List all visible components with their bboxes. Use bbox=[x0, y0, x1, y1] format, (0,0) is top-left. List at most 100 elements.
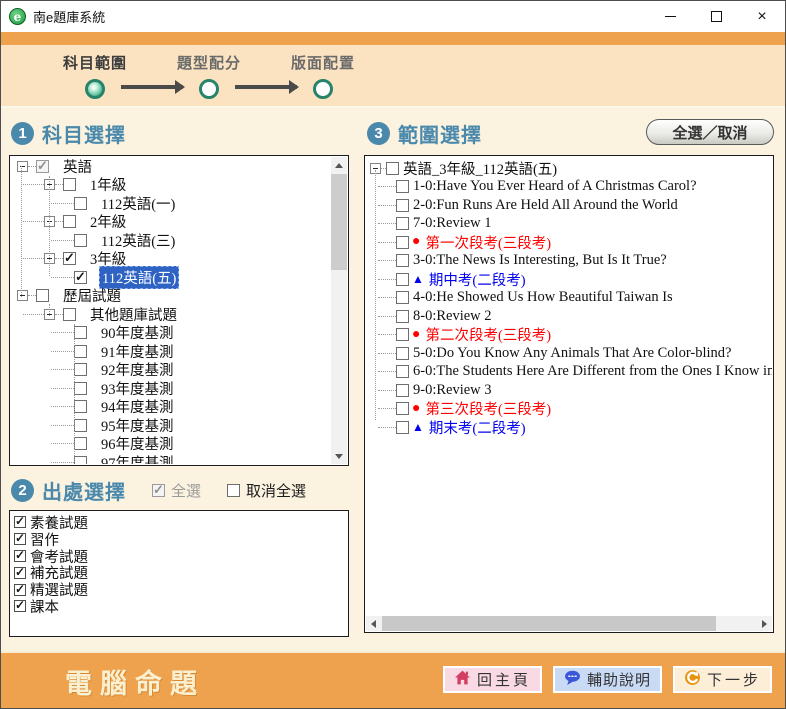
tree-label[interactable]: 期中考(二段考) bbox=[429, 269, 526, 290]
tree-label[interactable]: 6-0:The Students Here Are Different from… bbox=[413, 363, 772, 380]
range-tree-row[interactable]: 7-0:Review 1 bbox=[366, 215, 772, 234]
tree-label[interactable]: 期末考(二段考) bbox=[429, 417, 526, 438]
scroll-down-icon[interactable] bbox=[331, 448, 347, 464]
tree-label[interactable]: 第二次段考(三段考) bbox=[425, 324, 551, 345]
tree-checkbox[interactable] bbox=[396, 236, 409, 249]
subject-tree-row[interactable]: 其他題庫試題 bbox=[11, 305, 331, 324]
tree-checkbox[interactable] bbox=[396, 273, 409, 286]
subject-tree-row[interactable]: 90年度基測 bbox=[11, 324, 331, 343]
tree-label[interactable]: 9-0:Review 3 bbox=[413, 382, 492, 399]
tree-checkbox[interactable] bbox=[74, 382, 87, 395]
tree-checkbox[interactable] bbox=[36, 160, 49, 173]
subject-tree-row[interactable]: 93年度基測 bbox=[11, 379, 331, 398]
range-tree-row[interactable]: ●第一次段考(三段考) bbox=[366, 233, 772, 252]
scrollbar-thumb[interactable] bbox=[382, 616, 716, 631]
tree-label[interactable]: 97年度基測 bbox=[101, 452, 174, 464]
source-list-item[interactable]: 素養試題 bbox=[14, 514, 346, 531]
tree-checkbox[interactable] bbox=[63, 308, 76, 321]
item-checkbox[interactable] bbox=[14, 516, 26, 528]
item-checkbox[interactable] bbox=[14, 584, 26, 596]
tree-label[interactable]: 英語_3年級_112英語(五) bbox=[403, 158, 557, 179]
step-layout-config[interactable]: 版面配置 bbox=[291, 52, 355, 99]
tree-label[interactable]: 第一次段考(三段考) bbox=[425, 232, 551, 253]
range-tree-row[interactable]: ●第三次段考(三段考) bbox=[366, 400, 772, 419]
subject-tree-row[interactable]: 96年度基測 bbox=[11, 435, 331, 454]
tree-checkbox[interactable] bbox=[74, 437, 87, 450]
item-checkbox[interactable] bbox=[14, 600, 26, 612]
subject-tree-row[interactable]: 92年度基測 bbox=[11, 361, 331, 380]
tree-checkbox[interactable] bbox=[396, 310, 409, 323]
subject-tree-row[interactable]: 英語 bbox=[11, 157, 331, 176]
item-label[interactable]: 課本 bbox=[30, 596, 59, 617]
range-tree-row[interactable]: 5-0:Do You Know Any Animals That Are Col… bbox=[366, 344, 772, 363]
range-tree-row[interactable]: 6-0:The Students Here Are Different from… bbox=[366, 363, 772, 382]
subject-tree-row[interactable]: 2年級 bbox=[11, 213, 331, 232]
tree-checkbox[interactable] bbox=[396, 254, 409, 267]
range-tree-row[interactable]: ▲期末考(二段考) bbox=[366, 418, 772, 437]
tree-label[interactable]: 1-0:Have You Ever Heard of A Christmas C… bbox=[413, 178, 697, 195]
range-tree-row[interactable]: 2-0:Fun Runs Are Held All Around the Wor… bbox=[366, 196, 772, 215]
tree-checkbox[interactable] bbox=[396, 180, 409, 193]
subject-tree-row[interactable]: 112英語(五) bbox=[11, 268, 331, 287]
subject-tree-row[interactable]: 91年度基測 bbox=[11, 342, 331, 361]
tree-checkbox[interactable] bbox=[396, 291, 409, 304]
close-button[interactable]: × bbox=[739, 1, 785, 32]
vertical-scrollbar[interactable] bbox=[331, 157, 347, 464]
tree-checkbox[interactable] bbox=[396, 421, 409, 434]
tree-expander-icon[interactable] bbox=[17, 161, 28, 172]
source-list-item[interactable]: 課本 bbox=[14, 598, 346, 615]
tree-checkbox[interactable] bbox=[396, 347, 409, 360]
tree-checkbox[interactable] bbox=[36, 289, 49, 302]
subject-tree-row[interactable]: 95年度基測 bbox=[11, 416, 331, 435]
tree-checkbox[interactable] bbox=[74, 326, 87, 339]
tree-checkbox[interactable] bbox=[74, 456, 87, 464]
tree-checkbox[interactable] bbox=[396, 328, 409, 341]
scrollbar-thumb[interactable] bbox=[331, 174, 347, 270]
range-tree-row[interactable]: ▲期中考(二段考) bbox=[366, 270, 772, 289]
subject-tree-row[interactable]: 94年度基測 bbox=[11, 398, 331, 417]
range-tree-row[interactable]: ●第二次段考(三段考) bbox=[366, 326, 772, 345]
tree-checkbox[interactable] bbox=[396, 217, 409, 230]
horizontal-scrollbar[interactable] bbox=[366, 616, 772, 631]
tree-checkbox[interactable] bbox=[396, 365, 409, 378]
deselect-all-checkbox[interactable]: 取消全選 bbox=[227, 480, 306, 501]
home-button[interactable]: 回主頁 bbox=[443, 666, 542, 693]
tree-checkbox[interactable] bbox=[386, 162, 399, 175]
tree-checkbox[interactable] bbox=[396, 402, 409, 415]
tree-checkbox[interactable] bbox=[74, 345, 87, 358]
range-tree-root-row[interactable]: 英語_3年級_112英語(五) bbox=[366, 159, 772, 178]
help-button[interactable]: 輔助說明 bbox=[553, 666, 662, 693]
tree-checkbox[interactable] bbox=[74, 363, 87, 376]
source-list-item[interactable]: 精選試題 bbox=[14, 581, 346, 598]
item-checkbox[interactable] bbox=[14, 567, 26, 579]
tree-checkbox[interactable] bbox=[63, 178, 76, 191]
tree-expander-icon[interactable] bbox=[17, 290, 28, 301]
tree-checkbox[interactable] bbox=[63, 215, 76, 228]
tree-label[interactable]: 3-0:The News Is Interesting, But Is It T… bbox=[413, 252, 667, 269]
tree-checkbox[interactable] bbox=[74, 400, 87, 413]
item-checkbox[interactable] bbox=[14, 533, 26, 545]
subject-tree-row[interactable]: 112英語(一) bbox=[11, 194, 331, 213]
scroll-up-icon[interactable] bbox=[331, 157, 347, 173]
select-all-checkbox[interactable]: 全選 bbox=[152, 480, 201, 501]
range-tree-row[interactable]: 3-0:The News Is Interesting, But Is It T… bbox=[366, 252, 772, 271]
minimize-button[interactable] bbox=[647, 1, 693, 32]
tree-checkbox[interactable] bbox=[74, 234, 87, 247]
scroll-right-icon[interactable] bbox=[757, 616, 772, 631]
tree-checkbox[interactable] bbox=[396, 384, 409, 397]
tree-label[interactable]: 8-0:Review 2 bbox=[413, 308, 492, 325]
tree-checkbox[interactable] bbox=[74, 197, 87, 210]
tree-checkbox[interactable] bbox=[74, 419, 87, 432]
tree-checkbox[interactable] bbox=[74, 271, 87, 284]
subject-tree-row[interactable]: 97年度基測 bbox=[11, 453, 331, 464]
next-step-button[interactable]: 下一步 bbox=[673, 666, 772, 693]
scroll-left-icon[interactable] bbox=[366, 616, 381, 631]
maximize-button[interactable] bbox=[693, 1, 739, 32]
item-checkbox[interactable] bbox=[14, 550, 26, 562]
range-tree-row[interactable]: 4-0:He Showed Us How Beautiful Taiwan Is bbox=[366, 289, 772, 308]
range-tree-row[interactable]: 8-0:Review 2 bbox=[366, 307, 772, 326]
range-tree-row[interactable]: 1-0:Have You Ever Heard of A Christmas C… bbox=[366, 178, 772, 197]
tree-label[interactable]: 2-0:Fun Runs Are Held All Around the Wor… bbox=[413, 197, 678, 214]
tree-label[interactable]: 4-0:He Showed Us How Beautiful Taiwan Is bbox=[413, 289, 673, 306]
subject-tree-row[interactable]: 112英語(三) bbox=[11, 231, 331, 250]
